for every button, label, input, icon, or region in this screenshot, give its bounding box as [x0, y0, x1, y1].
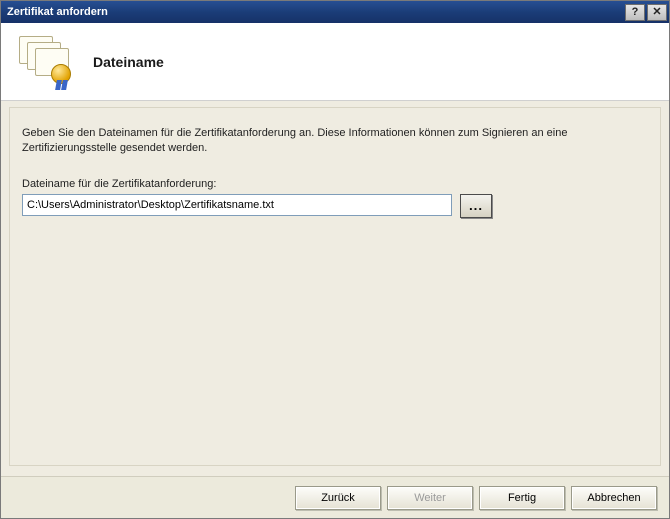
- content-panel: Geben Sie den Dateinamen für die Zertifi…: [9, 107, 661, 466]
- wizard-header: Dateiname: [1, 23, 669, 101]
- help-button[interactable]: ?: [625, 4, 645, 21]
- wizard-body: Geben Sie den Dateinamen für die Zertifi…: [1, 101, 669, 476]
- wizard-footer: Zurück Weiter Fertig Abbrechen: [1, 476, 669, 518]
- browse-button[interactable]: ...: [460, 194, 492, 218]
- cancel-button[interactable]: Abbrechen: [571, 486, 657, 510]
- back-button[interactable]: Zurück: [295, 486, 381, 510]
- filename-label: Dateiname für die Zertifikatanforderung:: [22, 178, 648, 190]
- certificate-icon: [19, 36, 75, 88]
- titlebar: Zertifikat anfordern ? ✕: [1, 1, 669, 23]
- window-title: Zertifikat anfordern: [7, 6, 623, 18]
- finish-button[interactable]: Fertig: [479, 486, 565, 510]
- filename-row: ...: [22, 194, 648, 218]
- filename-input[interactable]: [22, 194, 452, 216]
- wizard-window: Zertifikat anfordern ? ✕ Dateiname Geben…: [0, 0, 670, 519]
- next-button: Weiter: [387, 486, 473, 510]
- page-title: Dateiname: [93, 54, 164, 70]
- close-button[interactable]: ✕: [647, 4, 667, 21]
- description-text: Geben Sie den Dateinamen für die Zertifi…: [22, 126, 582, 156]
